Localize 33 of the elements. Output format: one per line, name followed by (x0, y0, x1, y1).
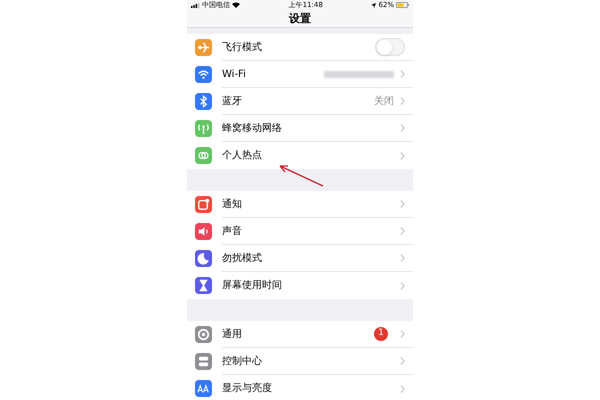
row-label: 声音 (222, 224, 243, 238)
chevron-icon (400, 97, 405, 105)
row-label: 控制中心 (222, 354, 263, 368)
row-label: 个人热点 (222, 148, 263, 163)
blurred-value (324, 70, 394, 78)
row-label: 蓝牙 (222, 94, 243, 108)
chevron-icon (400, 124, 405, 132)
wifi-icon (232, 2, 240, 8)
row-label: 显示与亮度 (222, 382, 273, 396)
row-label: 勿扰模式 (222, 252, 263, 266)
toggle-switch[interactable] (375, 38, 405, 56)
page-title: 设置 (289, 10, 311, 26)
row-label: 通用 (222, 328, 243, 342)
location-icon (371, 2, 376, 8)
chevron-icon (400, 330, 405, 338)
row-label: 屏幕使用时间 (222, 278, 283, 293)
chevron-icon (400, 254, 405, 262)
chevron-icon (400, 227, 405, 235)
chevron-icon (400, 282, 405, 290)
chevron-icon (400, 200, 405, 208)
chevron-icon (400, 357, 405, 365)
signal-icon (191, 2, 200, 8)
notification-badge: 1 (374, 327, 388, 341)
row-label: Wi-Fi (222, 68, 247, 82)
row-label: 蜂窝移动网络 (222, 122, 283, 136)
chevron-icon (400, 152, 405, 160)
chevron-icon (400, 70, 405, 78)
row-label: 飞行模式 (222, 40, 263, 54)
battery-icon (396, 2, 409, 8)
chevron-icon (400, 384, 405, 392)
row-value: 关闭 (374, 94, 394, 108)
row-label: 通知 (222, 198, 243, 212)
annotation-arrow (278, 163, 324, 187)
